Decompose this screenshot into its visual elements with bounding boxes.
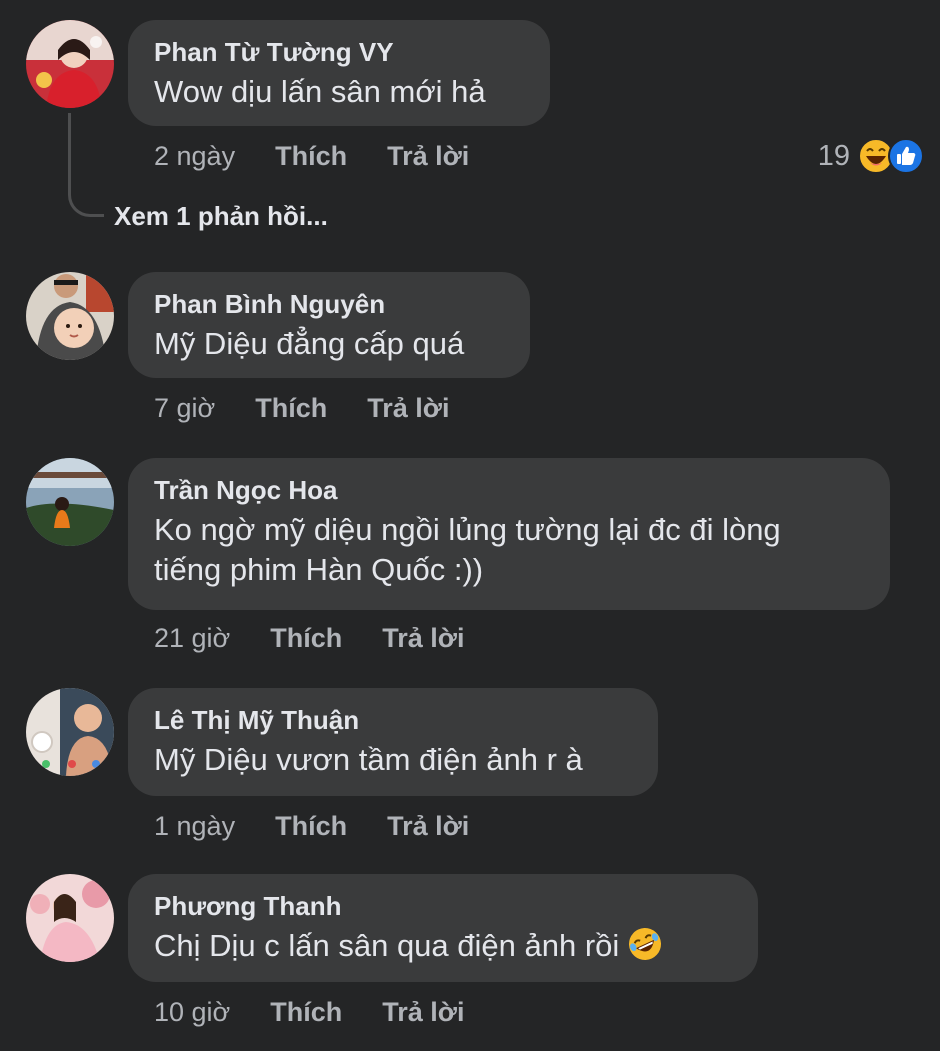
comment-bubble: Phan Bình Nguyên Mỹ Diệu đẳng cấp quá [128, 272, 530, 378]
reply-button[interactable]: Trả lời [382, 996, 464, 1028]
like-button[interactable]: Thích [275, 140, 347, 172]
avatar[interactable] [26, 874, 114, 962]
reply-button[interactable]: Trả lời [382, 622, 464, 654]
comment-time[interactable]: 2 ngày [154, 140, 235, 172]
avatar[interactable] [26, 688, 114, 776]
avatar-photo [26, 458, 114, 546]
comment-actions: 10 giờ Thích Trả lời [154, 996, 505, 1028]
like-reaction-icon [888, 138, 924, 174]
comment-text: Chị Dịu c lấn sân qua điện ảnh rồi [154, 926, 732, 966]
reaction-count: 19 [817, 139, 850, 172]
avatar-photo [26, 688, 114, 776]
comment-actions: 7 giờ Thích Trả lời [154, 392, 489, 424]
comment-author[interactable]: Phan Bình Nguyên [154, 288, 504, 320]
avatar[interactable] [26, 272, 114, 360]
reply-button[interactable]: Trả lời [387, 140, 469, 172]
comment-time[interactable]: 21 giờ [154, 622, 230, 654]
comment-text: Mỹ Diệu vươn tầm điện ảnh r à [154, 742, 583, 777]
comment-text-content: Chị Dịu c lấn sân qua điện ảnh rồi [154, 928, 620, 963]
avatar[interactable] [26, 20, 114, 108]
comment-text: Wow dịu lấn sân mới hả [154, 74, 486, 109]
reaction-summary[interactable]: 19 [818, 138, 924, 174]
comment-time[interactable]: 7 giờ [154, 392, 215, 424]
comment-time[interactable]: 1 ngày [154, 810, 235, 842]
like-button[interactable]: Thích [270, 622, 342, 654]
like-button[interactable]: Thích [255, 392, 327, 424]
reply-button[interactable]: Trả lời [387, 810, 469, 842]
avatar-photo [26, 20, 114, 108]
like-button[interactable]: Thích [270, 996, 342, 1028]
comment-bubble: Lê Thị Mỹ Thuận Mỹ Diệu vươn tầm điện ản… [128, 688, 658, 796]
reply-button[interactable]: Trả lời [367, 392, 449, 424]
comment-actions: 21 giờ Thích Trả lời [154, 622, 505, 654]
avatar-photo [26, 874, 114, 962]
comment-actions: 2 ngày Thích Trả lời [154, 140, 509, 172]
like-button[interactable]: Thích [275, 810, 347, 842]
rofl-emoji-icon [629, 928, 662, 960]
view-replies-link[interactable]: Xem 1 phản hồi... [114, 200, 328, 232]
comment-text-line: Ko ngờ mỹ diệu ngồi lủng tường lại đc đi… [154, 512, 781, 547]
comments-section: Phan Từ Tường VY Wow dịu lấn sân mới hả … [0, 0, 940, 1051]
reply-thread-line [68, 113, 104, 217]
comment-bubble: Phương Thanh Chị Dịu c lấn sân qua điện … [128, 874, 758, 982]
comment-author[interactable]: Phan Từ Tường VY [154, 36, 524, 68]
comment-bubble: Phan Từ Tường VY Wow dịu lấn sân mới hả [128, 20, 550, 126]
avatar[interactable] [26, 458, 114, 546]
comment-text: Ko ngờ mỹ diệu ngồi lủng tường lại đc đi… [154, 510, 864, 590]
comment-text: Mỹ Diệu đẳng cấp quá [154, 326, 465, 361]
comment-actions: 1 ngày Thích Trả lời [154, 810, 509, 842]
comment-text-line: tiếng phim Hàn Quốc :)) [154, 552, 484, 587]
avatar-photo [26, 272, 114, 360]
comment-time[interactable]: 10 giờ [154, 996, 230, 1028]
comment-author[interactable]: Phương Thanh [154, 890, 732, 922]
comment-bubble: Trần Ngọc Hoa Ko ngờ mỹ diệu ngồi lủng t… [128, 458, 890, 610]
comment-author[interactable]: Lê Thị Mỹ Thuận [154, 704, 632, 736]
comment-author[interactable]: Trần Ngọc Hoa [154, 474, 864, 506]
